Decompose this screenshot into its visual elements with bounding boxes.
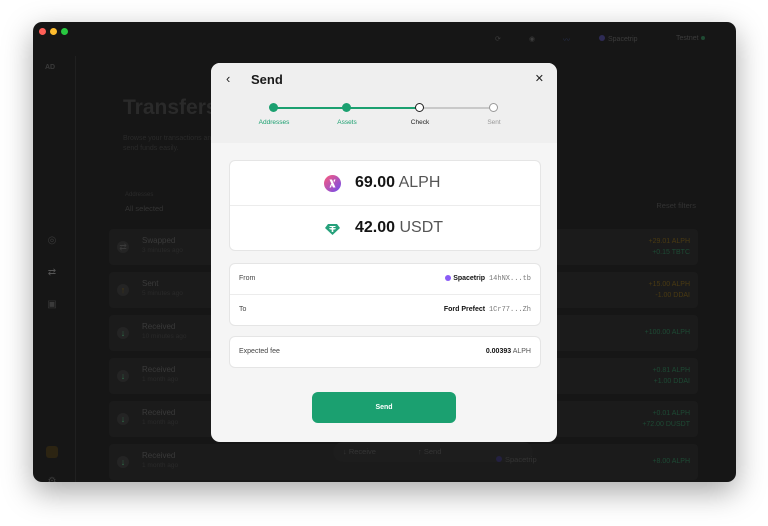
arrow-down-icon: ↓ (117, 327, 129, 339)
wallet-avatar-icon (445, 275, 452, 282)
from-address: Spacetrip 14hNX...tb (445, 275, 531, 283)
arrow-up-icon: ↑ (117, 284, 129, 296)
wallet-connect-icon[interactable]: 〰 (563, 35, 570, 45)
arrow-down-icon: ↓ (117, 456, 129, 468)
assets-card: 69.00 ALPH 42.00 USDT (229, 160, 541, 251)
send-action-button[interactable]: ↑ Send (418, 447, 441, 456)
sidebar: AD ◎ ⇄ ▣ ⚙ (33, 56, 76, 482)
row-amount: +0.81 ALPH (652, 367, 690, 374)
asset-amount: 42.00 USDT (355, 219, 444, 236)
row-amount: +0.15 TBTC (652, 249, 690, 256)
row-time: 1 month ago (142, 376, 179, 383)
alephium-icon (324, 175, 341, 192)
step-sent-label: Sent (487, 119, 501, 126)
step-addresses-dot (269, 103, 278, 112)
wallet-avatar-icon (496, 456, 502, 462)
step-check-label: Check (410, 119, 430, 126)
addresses-icon[interactable]: ▣ (46, 299, 58, 311)
page-title: Transfers (123, 96, 218, 119)
from-row: From Spacetrip 14hNX...tb (230, 264, 540, 295)
row-amount: +15.00 ALPH (648, 281, 690, 288)
send-button[interactable]: Send (312, 392, 456, 423)
stepper-line (277, 107, 347, 109)
row-title: Sent (142, 279, 159, 288)
row-time: 1 month ago (142, 462, 179, 469)
network-status[interactable]: Testnet (676, 35, 705, 42)
overview-icon[interactable]: ◎ (46, 235, 58, 247)
step-sent-dot (489, 103, 498, 112)
modal-title: Send (251, 72, 283, 87)
row-amount: +29.01 ALPH (648, 238, 690, 245)
stepper-line (420, 107, 494, 109)
step-addresses-label: Addresses (258, 119, 290, 126)
row-amount: +0.01 ALPH (652, 410, 690, 417)
fee-amount: 0.00393 ALPH (485, 348, 531, 355)
chevron-left-icon[interactable]: ‹ (226, 71, 230, 86)
row-amount: +8.00 ALPH (652, 458, 690, 465)
addresses-filter[interactable]: All selected (125, 204, 163, 213)
to-row: To Ford Prefect 1Cr77...Zh (230, 295, 540, 325)
row-title: Received (142, 365, 176, 374)
row-amount: +72.00 DUSDT (642, 421, 690, 428)
fee-label: Expected fee (239, 348, 280, 355)
zoom-window-button[interactable] (61, 28, 68, 35)
swap-icon: ⇄ (117, 241, 129, 253)
transfers-icon[interactable]: ⇄ (46, 267, 58, 279)
account-avatar[interactable]: AD (45, 64, 55, 71)
arrow-down-icon: ↓ (117, 413, 129, 425)
row-amount: +1.00 DDAI (653, 378, 690, 385)
minimize-window-button[interactable] (50, 28, 57, 35)
arrow-down-icon: ↓ (117, 370, 129, 382)
page-subtitle: Browse your transactions and send funds … (123, 135, 216, 152)
top-bar: ⟳ ◉ 〰 Spacetrip Testnet (33, 22, 736, 56)
stepper-line (347, 107, 420, 109)
modal-header: ‹ Send ✕ Addresses Assets Check Sent (211, 63, 557, 143)
fee-row: Expected fee 0.00393 ALPH (230, 337, 540, 367)
to-address: Ford Prefect 1Cr77...Zh (443, 306, 531, 314)
refresh-icon[interactable]: ⟳ (495, 35, 501, 43)
tether-icon (324, 220, 341, 237)
row-amount: -1.00 DDAI (655, 292, 690, 299)
settings-icon[interactable]: ⚙ (46, 476, 58, 482)
asset-amount: 69.00 ALPH (355, 174, 441, 191)
step-check-dot (415, 103, 424, 112)
row-time: 5 minutes ago (142, 290, 183, 297)
wallet-avatar-icon (599, 35, 605, 41)
row-title: Received (142, 451, 176, 460)
network-status-dot (700, 36, 705, 40)
row-amount: +100.00 ALPH (644, 329, 690, 336)
from-label: From (239, 275, 256, 282)
asset-amount-row: 42.00 USDT (230, 206, 540, 250)
addresses-filter-label: Addresses (125, 192, 154, 198)
reset-filters-button[interactable]: Reset filters (656, 201, 696, 210)
receive-button[interactable]: ↓ Receive (343, 447, 376, 456)
asset-amount-row: 69.00 ALPH (230, 161, 540, 206)
row-title: Swapped (142, 236, 176, 245)
row-time: 1 month ago (142, 419, 179, 426)
close-window-button[interactable] (39, 28, 46, 35)
close-icon[interactable]: ✕ (535, 72, 544, 85)
row-title: Received (142, 408, 176, 417)
send-modal: ‹ Send ✕ Addresses Assets Check Sent 69.… (211, 63, 557, 442)
to-label: To (239, 306, 247, 313)
row-title: Received (142, 322, 176, 331)
addresses-card: From Spacetrip 14hNX...tb To Ford Prefec… (229, 263, 541, 326)
eye-icon[interactable]: ◉ (529, 35, 535, 43)
row-time: 3 minutes ago (142, 247, 183, 254)
lock-icon[interactable] (46, 446, 58, 458)
row-time: 10 minutes ago (142, 333, 187, 340)
row-wallet-label: Spacetrip (496, 455, 537, 464)
fee-card: Expected fee 0.00393 ALPH (229, 336, 541, 368)
step-assets-dot (342, 103, 351, 112)
step-assets-label: Assets (337, 119, 357, 126)
wallet-selector[interactable]: Spacetrip (599, 35, 638, 43)
